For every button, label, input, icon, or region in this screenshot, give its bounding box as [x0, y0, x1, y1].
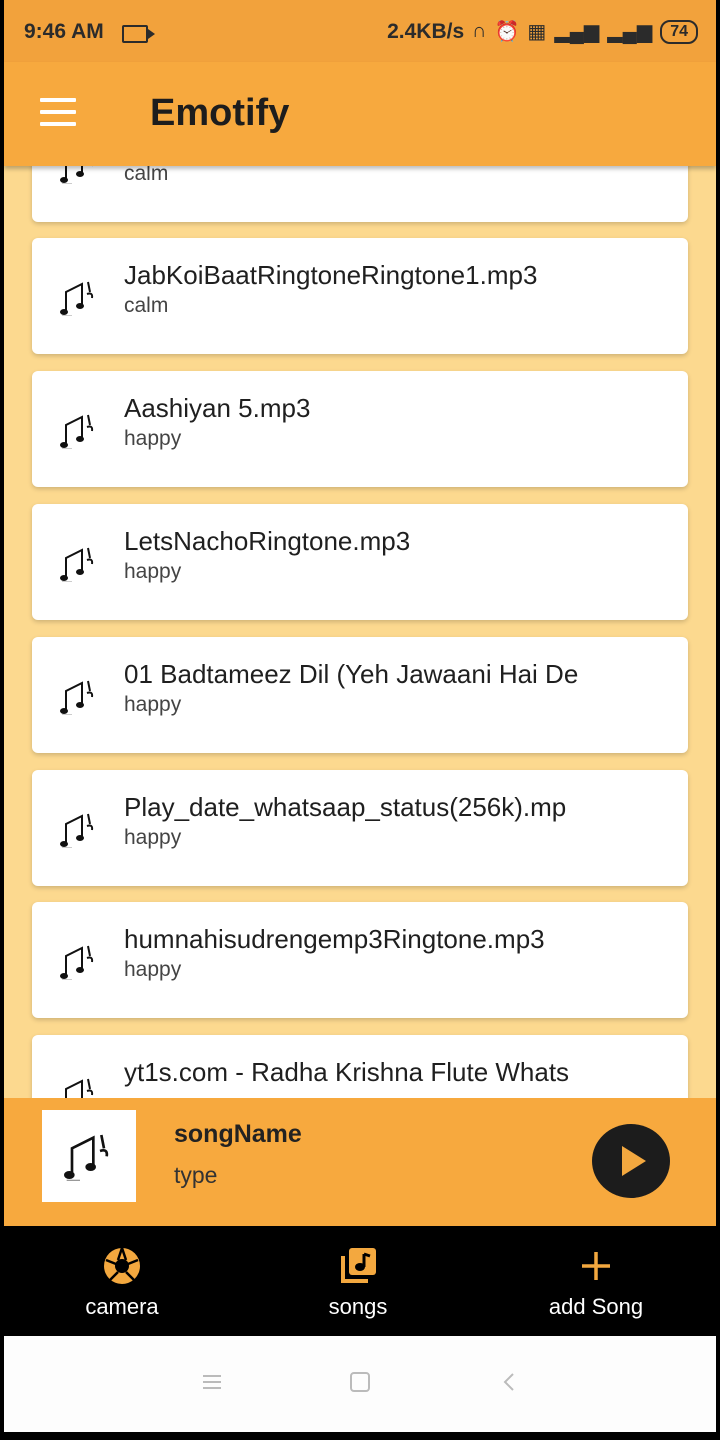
nav-add-song[interactable]: add Song — [496, 1226, 696, 1336]
signal-icon: ▂▄▆ — [554, 21, 600, 43]
music-note-icon — [60, 166, 94, 184]
network-speed: 2.4KB/s — [387, 19, 465, 43]
song-type: calm — [124, 294, 169, 317]
song-type: happy — [124, 427, 182, 450]
song-card[interactable]: Aashiyan 5.mp3 happy — [32, 371, 688, 487]
hamburger-menu-icon[interactable] — [40, 98, 78, 128]
app-title: Emotify — [150, 92, 290, 134]
camera-aperture-icon — [104, 1247, 140, 1284]
bottom-navigation: camera songs add Song — [0, 1226, 720, 1336]
status-time: 9:46 AM — [24, 20, 104, 43]
nav-songs-label: songs — [328, 1294, 388, 1319]
music-note-icon — [64, 1134, 109, 1181]
status-bar: 9:46 AM 2.4KB/s ∩ ⏰ ▦ ▂▄▆ ▂▄▆ 74 — [4, 0, 716, 62]
music-note-icon — [60, 813, 94, 848]
song-card[interactable]: Play_date_whatsaap_status(256k).mp happy — [32, 770, 688, 886]
song-title: yt1s.com - Radha Krishna Flute Whats — [124, 1057, 570, 1087]
song-card[interactable]: LetsNachoRingtone.mp3 happy — [32, 504, 688, 620]
battery-indicator: 74 — [660, 19, 698, 44]
song-title: JabKoiBaatRingtoneRingtone1.mp3 — [124, 260, 538, 290]
song-type: calm — [124, 166, 169, 185]
song-title: LetsNachoRingtone.mp3 — [124, 526, 411, 556]
music-note-icon — [60, 281, 94, 316]
song-card[interactable]: calm — [32, 166, 688, 222]
music-note-icon — [60, 547, 94, 582]
song-card[interactable]: JabKoiBaatRingtoneRingtone1.mp3 calm — [32, 238, 688, 354]
song-title: 01 Badtameez Dil (Yeh Jawaani Hai De — [124, 659, 579, 689]
song-type: happy — [124, 693, 182, 716]
song-title: humnahisudrengemp3Ringtone.mp3 — [124, 924, 545, 954]
now-playing-bar[interactable]: songName type — [4, 1098, 716, 1226]
plus-icon — [582, 1252, 610, 1280]
recents-icon[interactable] — [200, 1370, 224, 1394]
album-thumbnail — [42, 1110, 136, 1202]
song-list[interactable]: calm JabKoiBaatRingtoneRingtone1.mp3 cal… — [4, 166, 716, 1098]
song-type: happy — [124, 826, 182, 849]
now-playing-song-type: type — [174, 1162, 218, 1188]
music-library-icon — [341, 1248, 376, 1283]
nav-camera[interactable]: camera — [22, 1226, 222, 1336]
play-icon[interactable] — [592, 1124, 670, 1198]
nav-songs[interactable]: songs — [258, 1226, 458, 1336]
song-title: Aashiyan 5.mp3 — [124, 393, 311, 423]
music-note-icon — [60, 414, 94, 449]
song-card[interactable]: yt1s.com - Radha Krishna Flute Whats — [32, 1035, 688, 1098]
song-title: Play_date_whatsaap_status(256k).mp — [124, 792, 567, 822]
home-icon[interactable] — [348, 1370, 372, 1394]
song-card[interactable]: 01 Badtameez Dil (Yeh Jawaani Hai De hap… — [32, 637, 688, 753]
video-record-icon — [122, 25, 155, 43]
music-note-icon — [60, 680, 94, 715]
song-card[interactable]: humnahisudrengemp3Ringtone.mp3 happy — [32, 902, 688, 1018]
alarm-icon: ⏰ — [494, 21, 520, 43]
volte-icon: ▦ — [527, 21, 547, 43]
song-type: happy — [124, 560, 182, 583]
headset-icon: ∩ — [472, 20, 487, 42]
nav-add-song-label: add Song — [548, 1294, 644, 1319]
signal-icon: ▂▄▆ — [607, 21, 653, 43]
song-type: happy — [124, 958, 182, 981]
app-bar: Emotify — [4, 62, 716, 166]
now-playing-song-name: songName — [174, 1120, 302, 1148]
music-note-icon — [60, 945, 94, 980]
system-navigation-bar — [4, 1336, 716, 1432]
nav-camera-label: camera — [85, 1294, 159, 1319]
back-icon[interactable] — [498, 1370, 522, 1394]
status-right: 2.4KB/s ∩ ⏰ ▦ ▂▄▆ ▂▄▆ 74 — [387, 19, 698, 44]
music-note-icon — [65, 1078, 94, 1098]
screen: 9:46 AM 2.4KB/s ∩ ⏰ ▦ ▂▄▆ ▂▄▆ 74 Emotify… — [0, 0, 720, 1440]
